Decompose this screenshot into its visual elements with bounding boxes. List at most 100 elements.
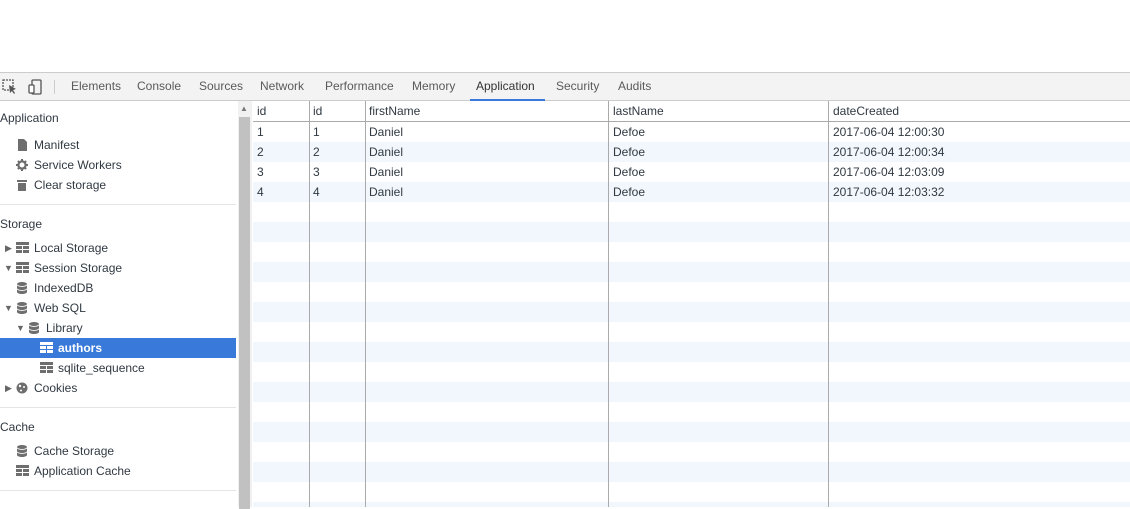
column-divider[interactable]	[828, 101, 829, 507]
sidebar-item-clear-storage[interactable]: Clear storage	[0, 175, 236, 195]
database-icon	[17, 302, 27, 314]
empty-row	[253, 222, 1130, 242]
table-cell: Daniel	[369, 125, 404, 139]
sidebar-divider	[0, 204, 236, 205]
tab-console[interactable]: Console	[137, 73, 181, 100]
empty-row	[253, 442, 1130, 462]
expand-triangle-icon[interactable]: ▶	[5, 378, 12, 398]
column-divider[interactable]	[309, 101, 310, 507]
section-title-cache: Cache	[0, 420, 35, 434]
table-cell: Defoe	[613, 165, 646, 179]
column-header-id[interactable]: id	[257, 101, 266, 121]
tab-memory[interactable]: Memory	[412, 73, 455, 100]
table-cell: 2017-06-04 12:00:34	[833, 145, 945, 159]
sidebar-item-label: Session Storage	[34, 261, 123, 275]
sidebar-item-label: IndexedDB	[34, 281, 94, 295]
grid-header: id id firstName lastName dateCreated	[253, 101, 1130, 122]
column-header-lastname[interactable]: lastName	[613, 101, 664, 121]
scroll-up-arrow-icon[interactable]: ▲	[240, 104, 248, 113]
gear-icon	[16, 159, 28, 171]
application-sidebar: Application Manifest Service Workers Cle…	[0, 101, 238, 507]
table-cell: 2017-06-04 12:00:30	[833, 125, 945, 139]
column-divider[interactable]	[608, 101, 609, 507]
empty-row	[253, 502, 1130, 507]
database-icon	[17, 445, 27, 457]
sidebar-item-authors[interactable]: authors	[0, 338, 236, 358]
collapse-triangle-icon[interactable]: ▼	[16, 318, 25, 338]
table-cell: Defoe	[613, 145, 646, 159]
sidebar-item-label: Service Workers	[34, 158, 122, 172]
empty-row	[253, 282, 1130, 302]
sidebar-item-label: sqlite_sequence	[58, 361, 145, 375]
sidebar-item-label: Local Storage	[34, 241, 109, 255]
sidebar-item-cookies[interactable]: ▶ Cookies	[0, 378, 236, 398]
sidebar-item-label: Clear storage	[34, 178, 107, 192]
tab-elements[interactable]: Elements	[71, 73, 121, 100]
table-icon	[40, 342, 53, 353]
sidebar-item-session-storage[interactable]: ▼ Session Storage	[0, 258, 236, 278]
empty-row	[253, 422, 1130, 442]
sidebar-item-library[interactable]: ▼ Library	[0, 318, 236, 338]
database-icon	[29, 322, 39, 334]
table-cell: 4	[313, 185, 320, 199]
sidebar-item-sqlite-sequence[interactable]: sqlite_sequence	[0, 358, 236, 378]
table-icon	[16, 465, 29, 476]
expand-triangle-icon[interactable]: ▶	[5, 238, 12, 258]
table-row[interactable]: 4 4 Daniel Defoe 2017-06-04 12:03:32	[253, 182, 1130, 202]
table-cell: 3	[313, 165, 320, 179]
empty-row	[253, 202, 1130, 222]
table-cell: Defoe	[613, 125, 646, 139]
table-cell: 3	[257, 165, 264, 179]
empty-row	[253, 322, 1130, 342]
sidebar-item-label: authors	[58, 341, 103, 355]
collapse-triangle-icon[interactable]: ▼	[4, 298, 13, 318]
tab-network[interactable]: Network	[260, 73, 304, 100]
empty-row	[253, 362, 1130, 382]
sidebar-item-service-workers[interactable]: Service Workers	[0, 155, 236, 175]
column-header-id[interactable]: id	[313, 101, 322, 121]
database-icon	[17, 282, 27, 294]
table-cell: 2	[313, 145, 320, 159]
sidebar-item-label: Cookies	[34, 381, 78, 395]
collapse-triangle-icon[interactable]: ▼	[4, 258, 13, 278]
empty-row	[253, 342, 1130, 362]
table-cell: Daniel	[369, 185, 404, 199]
empty-row	[253, 382, 1130, 402]
empty-row	[253, 262, 1130, 282]
column-divider[interactable]	[365, 101, 366, 507]
sidebar-item-web-sql[interactable]: ▼ Web SQL	[0, 298, 236, 318]
table-icon	[16, 242, 29, 253]
sidebar-item-label: Manifest	[34, 138, 80, 152]
sidebar-item-local-storage[interactable]: ▶ Local Storage	[0, 238, 236, 258]
devtools-panel: Elements Console Sources Network Perform…	[0, 72, 1130, 509]
empty-row	[253, 402, 1130, 422]
table-cell: 2017-06-04 12:03:09	[833, 165, 945, 179]
devtools-toolbar: Elements Console Sources Network Perform…	[0, 73, 1130, 101]
column-header-firstname[interactable]: firstName	[369, 101, 420, 121]
sidebar-item-cache-storage[interactable]: Cache Storage	[0, 441, 236, 461]
table-row[interactable]: 1 1 Daniel Defoe 2017-06-04 12:00:30	[253, 122, 1130, 142]
tab-performance[interactable]: Performance	[325, 73, 394, 100]
table-cell: 2	[257, 145, 264, 159]
sidebar-item-indexeddb[interactable]: IndexedDB	[0, 278, 236, 298]
table-cell: Daniel	[369, 145, 404, 159]
scrollbar-thumb[interactable]	[239, 117, 250, 509]
sidebar-item-manifest[interactable]: Manifest	[0, 135, 236, 155]
device-toolbar-icon[interactable]	[28, 79, 44, 95]
inspect-element-icon[interactable]	[2, 79, 18, 95]
section-title-application: Application	[0, 111, 59, 125]
sidebar-divider	[0, 490, 236, 491]
sidebar-scrollbar[interactable]: ▲	[238, 101, 252, 509]
table-row[interactable]: 3 3 Daniel Defoe 2017-06-04 12:03:09	[253, 162, 1130, 182]
table-cell: Daniel	[369, 165, 404, 179]
tab-security[interactable]: Security	[556, 73, 599, 100]
column-header-datecreated[interactable]: dateCreated	[833, 101, 899, 121]
tab-application[interactable]: Application	[470, 73, 545, 101]
table-row[interactable]: 2 2 Daniel Defoe 2017-06-04 12:00:34	[253, 142, 1130, 162]
table-cell: 2017-06-04 12:03:32	[833, 185, 945, 199]
tab-sources[interactable]: Sources	[199, 73, 243, 100]
tab-audits[interactable]: Audits	[618, 73, 651, 100]
document-icon	[18, 139, 27, 151]
sidebar-item-application-cache[interactable]: Application Cache	[0, 461, 236, 481]
table-cell: 1	[313, 125, 320, 139]
